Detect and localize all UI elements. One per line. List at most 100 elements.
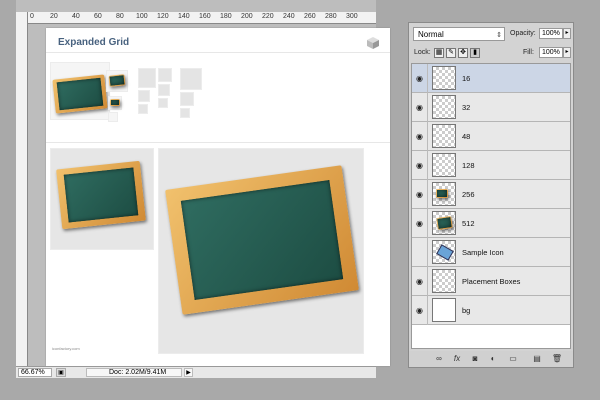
horizontal-ruler[interactable]: 0 20 40 60 80 100 120 140 160 180 200 22…: [16, 12, 376, 24]
zoom-field[interactable]: 66.67%: [18, 368, 52, 377]
layer-name: 32: [462, 103, 471, 112]
eye-icon[interactable]: ◉: [412, 122, 428, 151]
guide-line: [46, 52, 390, 53]
chalkboard-icon: [56, 160, 146, 230]
layer-row-sample-icon[interactable]: Sample Icon: [412, 238, 570, 267]
ruler-tick-label: 160: [199, 13, 211, 20]
add-mask-icon[interactable]: ◙: [469, 354, 481, 363]
layer-row-16[interactable]: ◉ 16: [412, 64, 570, 93]
placement-box: [180, 92, 194, 106]
lock-all-icon[interactable]: ▮: [470, 48, 480, 58]
layer-list[interactable]: ◉ 16 ◉ 32 ◉ 48 ◉ 128 ◉ 256 ◉ 512 Sample …: [411, 63, 571, 349]
chalkboard-icon: [436, 216, 453, 230]
chalkboard-icon: [110, 99, 120, 106]
select-arrow-icon: ⇕: [496, 32, 502, 39]
layer-row-512[interactable]: ◉ 512: [412, 209, 570, 238]
cube-icon: [367, 37, 379, 49]
layer-thumbnail: [432, 240, 456, 264]
blend-mode-value: Normal: [418, 30, 444, 39]
layer-thumbnail: [432, 298, 456, 322]
ruler-tick-label: 120: [157, 13, 169, 20]
placement-box: [158, 84, 170, 96]
layer-name: 128: [462, 161, 475, 170]
chalkboard-icon: [108, 74, 126, 87]
ruler-tick-label: 140: [178, 13, 190, 20]
sample-icon-shape: [436, 244, 454, 261]
layer-row-48[interactable]: ◉ 48: [412, 122, 570, 151]
eye-icon[interactable]: ◉: [412, 93, 428, 122]
layer-row-bg[interactable]: ◉ bg: [412, 296, 570, 325]
ruler-tick-label: 280: [325, 13, 337, 20]
page-title: Expanded Grid: [58, 37, 130, 48]
new-layer-icon[interactable]: ▤: [531, 354, 543, 363]
ruler-tick-label: 100: [136, 13, 148, 20]
eye-icon[interactable]: ◉: [412, 151, 428, 180]
lock-label: Lock:: [414, 49, 431, 56]
eye-icon[interactable]: ◉: [412, 180, 428, 209]
lock-transparency-icon[interactable]: ▦: [434, 48, 444, 58]
icon-preview-32: [108, 96, 122, 110]
layer-row-32[interactable]: ◉ 32: [412, 93, 570, 122]
placement-box: [138, 68, 156, 88]
document-canvas[interactable]: Expanded Grid iconfactory.com: [46, 28, 390, 366]
icon-preview-16: [108, 112, 118, 122]
ruler-tick-label: 60: [94, 13, 102, 20]
placement-box: [180, 108, 190, 118]
layer-name: Sample Icon: [462, 248, 504, 257]
layer-name: bg: [462, 306, 471, 315]
placement-box: [158, 98, 168, 108]
placement-box: [180, 68, 202, 90]
vertical-ruler[interactable]: [16, 12, 28, 366]
blend-mode-select[interactable]: Normal ⇕: [413, 27, 505, 41]
placement-box: [158, 68, 172, 82]
layer-name: 16: [462, 74, 471, 83]
placement-box: [138, 104, 148, 114]
delete-layer-icon[interactable]: 🗑: [551, 354, 563, 363]
adjustment-layer-icon[interactable]: ◐: [487, 354, 499, 363]
link-layers-icon[interactable]: ∞: [433, 354, 445, 363]
eye-icon[interactable]: ◉: [412, 267, 428, 296]
document-window: 0 20 40 60 80 100 120 140 160 180 200 22…: [16, 0, 390, 378]
icon-preview-48: [106, 70, 128, 92]
layers-panel: Normal ⇕ Opacity: 100% ▸ Lock: ▦ ✎ ✥ ▮ F…: [408, 22, 574, 368]
layer-style-icon[interactable]: fx: [451, 354, 463, 363]
layer-thumbnail: [432, 182, 456, 206]
ruler-tick-label: 300: [346, 13, 358, 20]
layer-thumbnail: [432, 211, 456, 235]
eye-icon[interactable]: ◉: [412, 64, 428, 93]
icon-preview-256: [50, 148, 154, 250]
layer-thumbnail: [432, 153, 456, 177]
layer-name: 48: [462, 132, 471, 141]
icon-preview-512: [158, 148, 364, 354]
layer-name: 512: [462, 219, 475, 228]
layer-row-256[interactable]: ◉ 256: [412, 180, 570, 209]
layer-thumbnail: [432, 124, 456, 148]
fill-input[interactable]: 100%: [539, 47, 563, 58]
guide-line: [46, 142, 390, 143]
fill-slider-arrow-icon[interactable]: ▸: [563, 47, 571, 58]
ruler-tick-label: 260: [304, 13, 316, 20]
ruler-tick-label: 20: [50, 13, 58, 20]
chalkboard-icon: [436, 189, 448, 198]
navigator-icon[interactable]: ▣: [56, 368, 66, 377]
footer-credit: iconfactory.com: [52, 346, 80, 351]
placement-box: [138, 90, 150, 102]
eye-icon[interactable]: ◉: [412, 209, 428, 238]
status-menu-arrow-icon[interactable]: ▶: [184, 368, 193, 377]
layer-row-128[interactable]: ◉ 128: [412, 151, 570, 180]
icon-preview-128: [50, 62, 110, 120]
opacity-slider-arrow-icon[interactable]: ▸: [563, 28, 571, 39]
layer-thumbnail: [432, 66, 456, 90]
fill-label: Fill:: [523, 49, 534, 56]
new-group-icon[interactable]: ▭: [507, 354, 519, 363]
layer-row-placement-boxes[interactable]: ◉ Placement Boxes: [412, 267, 570, 296]
lock-image-icon[interactable]: ✎: [446, 48, 456, 58]
lock-position-icon[interactable]: ✥: [458, 48, 468, 58]
eye-icon[interactable]: ◉: [412, 296, 428, 325]
eye-hidden-icon[interactable]: [412, 238, 428, 267]
ruler-tick-label: 0: [30, 13, 34, 20]
ruler-tick-label: 240: [283, 13, 295, 20]
opacity-input[interactable]: 100%: [539, 28, 563, 39]
ruler-tick-label: 200: [241, 13, 253, 20]
layers-panel-footer: ∞ fx ◙ ◐ ▭ ▤ 🗑: [409, 351, 573, 367]
